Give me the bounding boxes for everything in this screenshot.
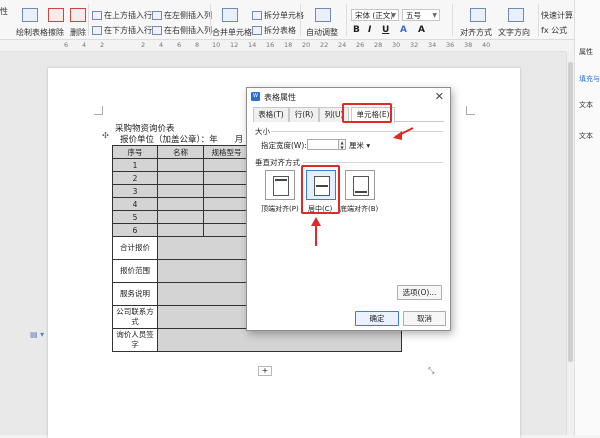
arrow-head — [311, 217, 321, 226]
annotation-arrows — [311, 127, 414, 246]
arrow-head — [393, 131, 402, 140]
